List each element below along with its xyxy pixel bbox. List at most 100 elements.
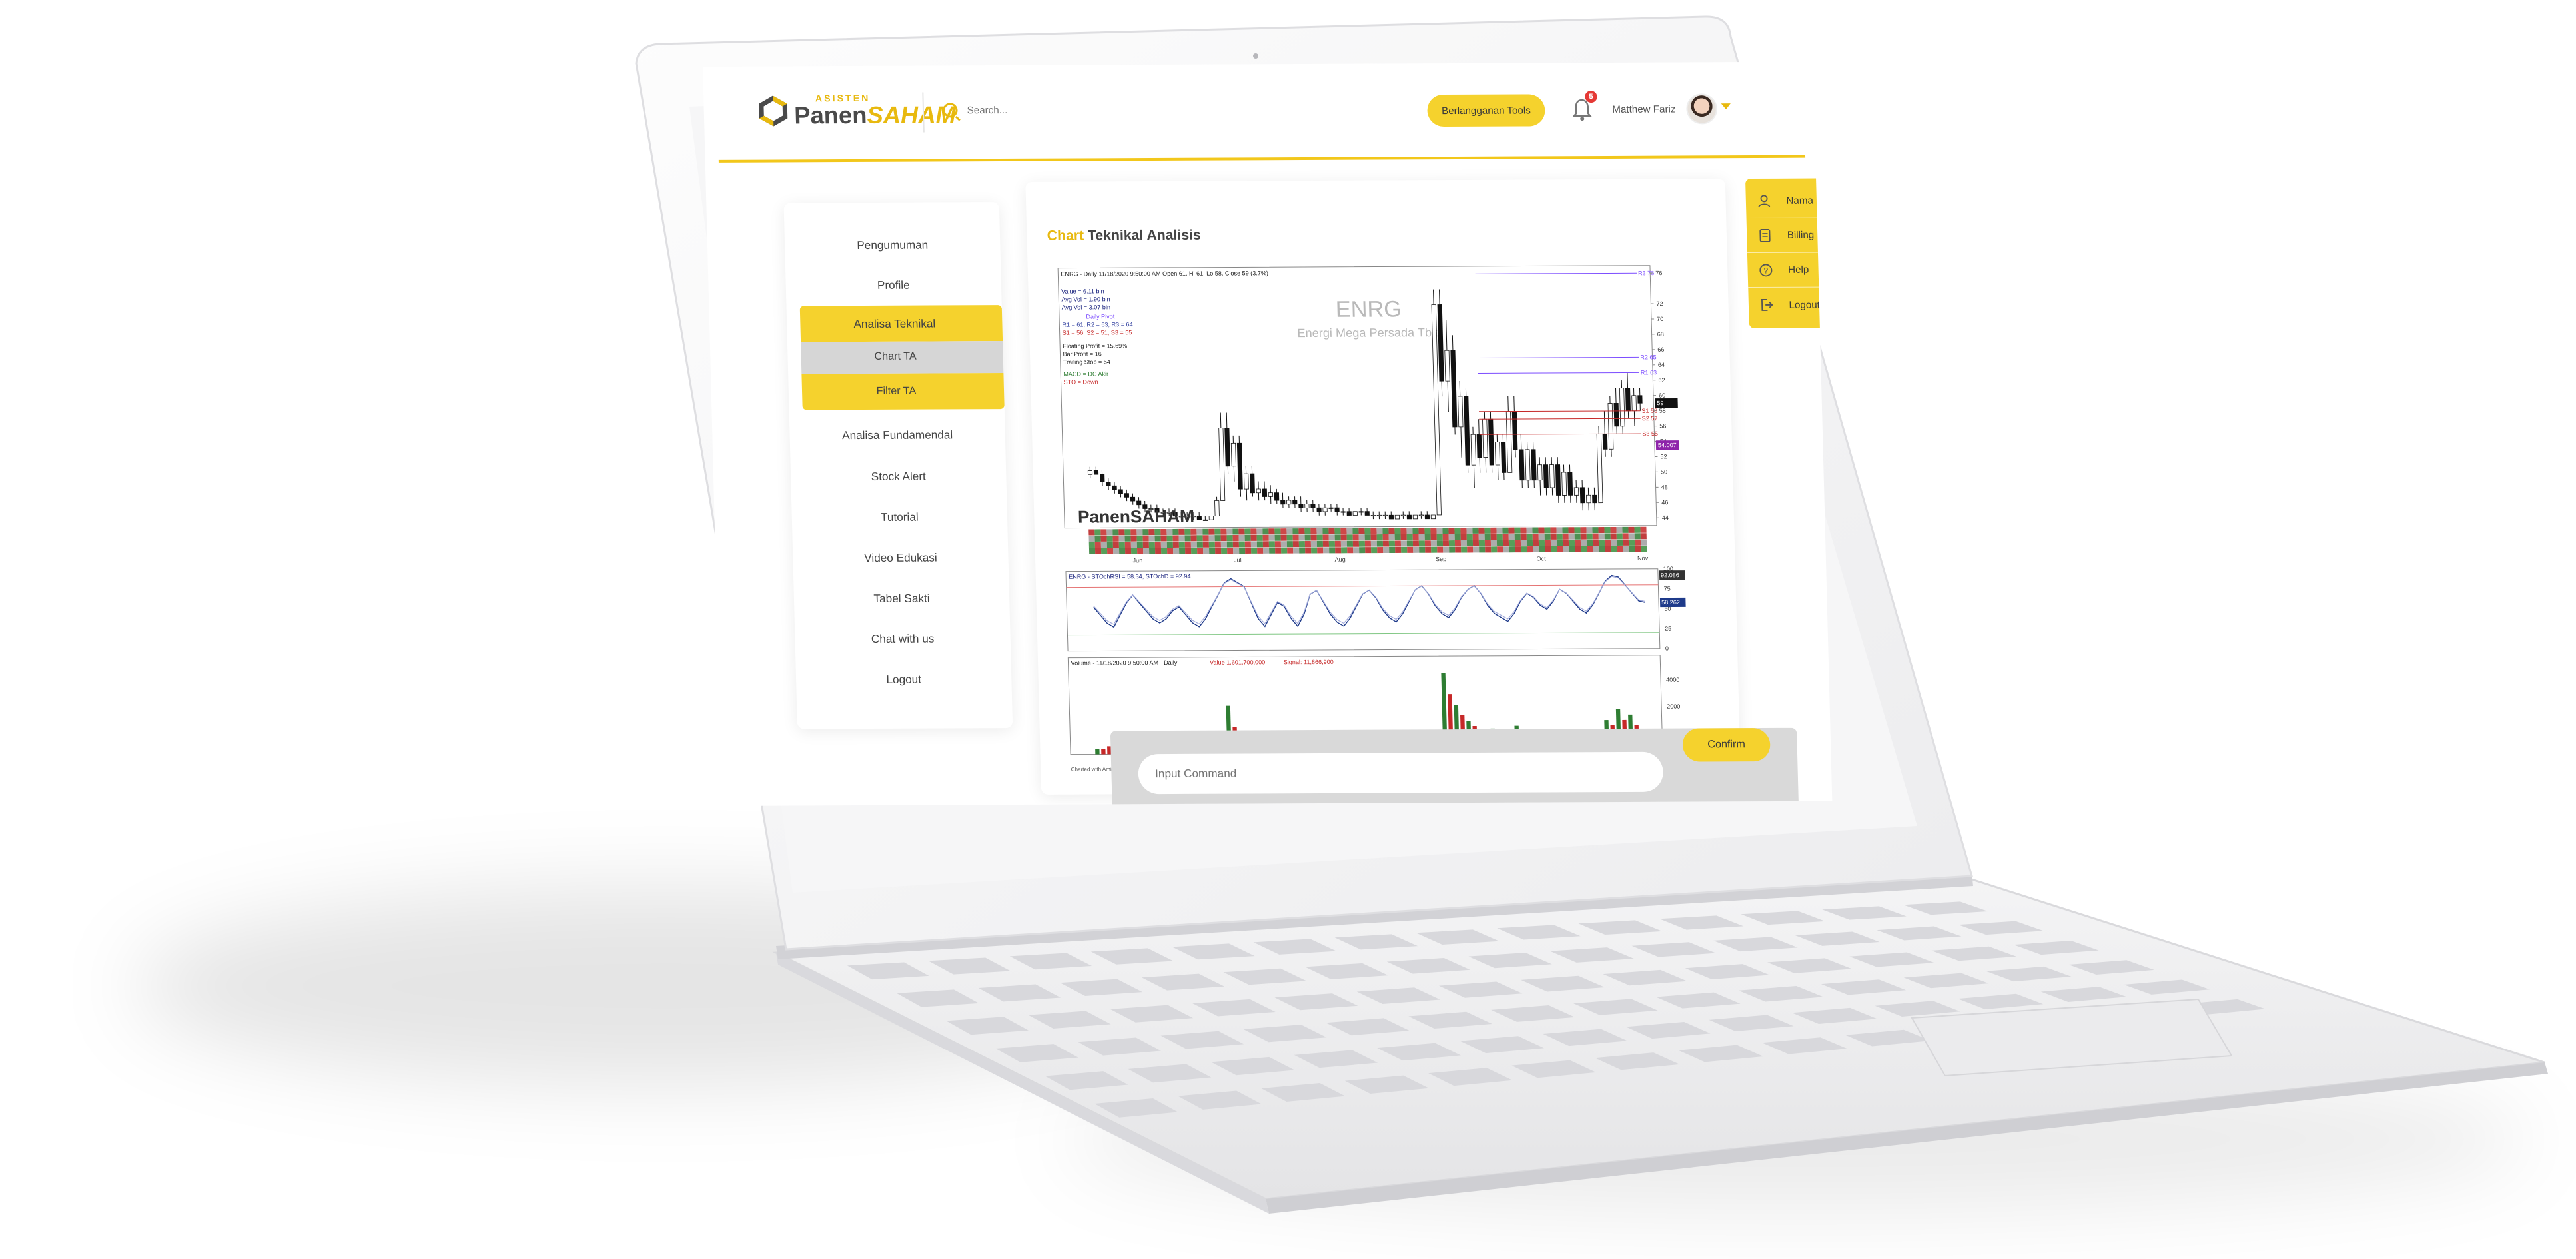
signal-ribbon-cell xyxy=(1118,542,1125,548)
signal-ribbon-cell xyxy=(1460,540,1468,547)
sidebar-item-chart-ta[interactable]: Chart TA xyxy=(787,350,1003,363)
signal-ribbon-cell xyxy=(1190,548,1198,554)
search-bar[interactable] xyxy=(943,102,1170,118)
sidebar-item-video-edukasi[interactable]: Video Edukasi xyxy=(793,551,1009,565)
signal-ribbon-cell xyxy=(1130,548,1138,554)
signal-ribbon-cell xyxy=(1160,541,1167,548)
sidebar-item-chat-with-us[interactable]: Chat with us xyxy=(795,632,1011,646)
signal-ribbon-cell xyxy=(1226,528,1233,535)
signal-ribbon-cell xyxy=(1316,534,1323,541)
signal-ribbon-cell xyxy=(1430,534,1437,540)
signal-ribbon-cell xyxy=(1136,542,1143,548)
signal-ribbon-cell xyxy=(1202,528,1209,535)
sidebar-item-pengumuman[interactable]: Pengumuman xyxy=(785,238,1001,252)
signal-ribbon-cell xyxy=(1448,534,1455,540)
candle-body xyxy=(1136,500,1142,506)
signal-ribbon-cell xyxy=(1280,541,1288,548)
signal-ribbon-cell xyxy=(1604,527,1611,534)
sidebar-item-tabel-sakti[interactable]: Tabel Sakti xyxy=(794,592,1010,606)
key xyxy=(1761,1037,1847,1054)
key xyxy=(1377,1043,1462,1061)
signal-ribbon-cell xyxy=(1479,546,1486,553)
signal-ribbon-cell xyxy=(1358,528,1365,534)
signal-ribbon-cell xyxy=(1130,535,1137,542)
signal-ribbon-cell xyxy=(1094,529,1101,536)
chevron-down-icon[interactable] xyxy=(1721,103,1731,110)
candle-body xyxy=(1274,492,1280,501)
signal-ribbon-cell xyxy=(1587,546,1593,552)
volume-value-label: - Value 1,601,700,000 xyxy=(1206,659,1265,665)
user-name[interactable]: Matthew Fariz xyxy=(1612,104,1676,115)
sidebar-item-logout[interactable]: Logout xyxy=(796,673,1012,687)
signal-ribbon-cell xyxy=(1166,528,1173,535)
candle-body xyxy=(1511,411,1518,450)
search-input[interactable] xyxy=(965,103,1170,117)
key xyxy=(1741,911,1825,925)
signal-ribbon-cell xyxy=(1304,528,1311,535)
candle-body xyxy=(1310,504,1316,508)
signal-ribbon-cell xyxy=(1154,529,1161,536)
signal-ribbon-cell xyxy=(1088,529,1095,536)
signal-ribbon-cell xyxy=(1425,546,1432,553)
signal-ribbon-cell xyxy=(1424,534,1431,540)
signal-ribbon-cell xyxy=(1449,546,1456,553)
sidebar-item-filter-ta[interactable]: Filter TA xyxy=(789,385,1005,398)
signal-ribbon-cell xyxy=(1154,535,1161,542)
logo[interactable]: ASISTEN PanenSAHAM xyxy=(757,92,956,129)
avatar[interactable] xyxy=(1685,93,1718,125)
price-tag-label: 54.007 xyxy=(1658,442,1677,448)
signal-ribbon-cell xyxy=(1106,548,1114,554)
signal-ribbon-cell xyxy=(1394,534,1401,540)
sidebar-item-analisa-teknikal[interactable]: Analisa Teknikal xyxy=(787,317,1003,331)
key xyxy=(1045,1071,1128,1090)
signal-ribbon-cell xyxy=(1250,534,1257,541)
search-icon[interactable] xyxy=(943,103,958,118)
signal-ribbon-cell xyxy=(1220,528,1227,535)
signal-ribbon-cell xyxy=(1419,546,1426,553)
signal-ribbon-cell xyxy=(1166,541,1173,548)
sidebar-item-profile[interactable]: Profile xyxy=(785,278,1001,292)
signal-ribbon-cell xyxy=(1239,547,1246,554)
command-input[interactable] xyxy=(1138,751,1664,795)
signal-ribbon-cell xyxy=(1335,547,1342,554)
signal-ribbon-cell xyxy=(1154,542,1161,548)
signal-ribbon-cell xyxy=(1166,535,1173,542)
signal-ribbon-cell xyxy=(1484,540,1492,546)
key xyxy=(1767,958,1852,973)
candle-body xyxy=(1100,474,1105,482)
volume-bar xyxy=(1095,749,1100,755)
signal-ribbon-cell xyxy=(1215,548,1222,554)
y-tick-label: 52 xyxy=(1660,453,1667,460)
y-tick-label: 46 xyxy=(1661,499,1668,506)
sidebar-item-tutorial[interactable]: Tutorial xyxy=(792,510,1008,524)
signal-ribbon-cell xyxy=(1365,547,1372,554)
signal-ribbon-cell xyxy=(1526,540,1533,546)
signal-ribbon-cell xyxy=(1341,547,1348,554)
volume-bar xyxy=(1101,749,1106,755)
signal-ribbon-cell xyxy=(1214,541,1221,548)
signal-ribbon-cell xyxy=(1310,540,1318,548)
signal-ribbon-cell xyxy=(1256,541,1264,548)
candle-body xyxy=(1268,492,1274,497)
y-tick-label: 60 xyxy=(1659,392,1665,399)
sidebar-item-stock-alert[interactable]: Stock Alert xyxy=(791,470,1007,484)
stock-chart[interactable]: ENRG - Daily 11/18/2020 9:50:00 AM Open … xyxy=(1045,258,1721,787)
subscribe-button[interactable]: Berlangganan Tools xyxy=(1426,94,1545,127)
signal-ribbon-cell xyxy=(1136,548,1144,554)
candle-body xyxy=(1304,504,1310,508)
sidebar-item-analisa-fundamendal[interactable]: Analisa Fundamendal xyxy=(789,428,1005,442)
signal-ribbon-cell xyxy=(1190,528,1197,535)
signal-ribbon-cell xyxy=(1202,535,1209,542)
candle-body xyxy=(1196,516,1202,520)
y-tick-label: 72 xyxy=(1656,300,1663,307)
signal-ribbon-cell xyxy=(1214,535,1221,542)
key xyxy=(1543,1029,1627,1047)
chart-pivot-label: Daily Pivot xyxy=(1086,313,1115,320)
y-tick-label: 44 xyxy=(1662,514,1669,521)
chart-trade-line: Floating Profit = 15.69% xyxy=(1063,342,1127,349)
chart-company-watermark: Energi Mega Persada Tbk. xyxy=(1297,326,1441,340)
signal-ribbon-cell xyxy=(1094,542,1101,548)
candle-body xyxy=(1124,493,1130,498)
confirm-button[interactable]: Confirm xyxy=(1682,727,1771,762)
signal-ribbon-cell xyxy=(1286,534,1293,541)
